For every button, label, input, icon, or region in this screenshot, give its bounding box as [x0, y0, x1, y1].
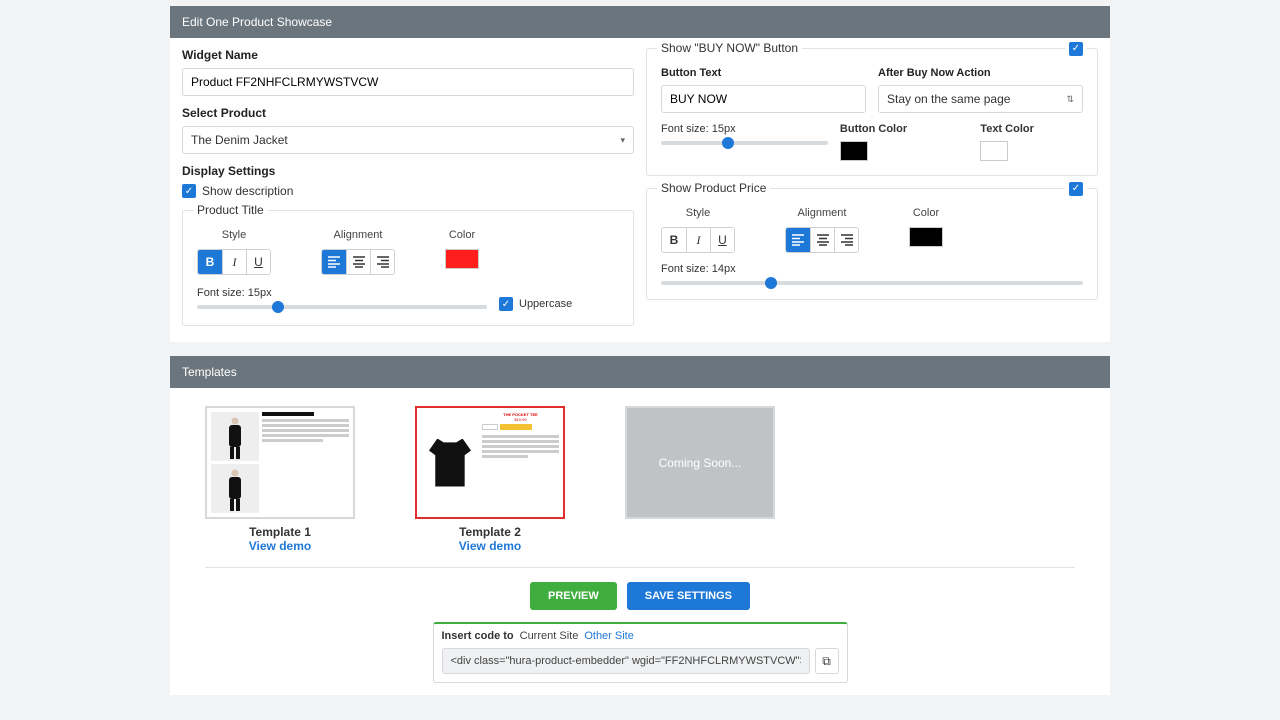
- title-align-label: Alignment: [334, 229, 383, 241]
- copy-icon: ⧉: [822, 654, 831, 669]
- buynow-font-label: Font size: 15px: [661, 123, 828, 135]
- button-text-input[interactable]: [661, 85, 866, 113]
- price-font-label: Font size: 14px: [661, 263, 1083, 275]
- price-align-label: Alignment: [798, 207, 847, 219]
- tab-current-site[interactable]: Current Site: [520, 630, 579, 642]
- title-font-label: Font size: 15px: [197, 287, 487, 299]
- copy-code-button[interactable]: ⧉: [815, 648, 839, 674]
- button-color-swatch[interactable]: [840, 141, 868, 161]
- price-bold-button[interactable]: B: [662, 228, 686, 252]
- show-description-checkbox[interactable]: ✓: [182, 184, 196, 198]
- text-color-label: Text Color: [980, 123, 1083, 135]
- template-1-view-demo[interactable]: View demo: [249, 539, 311, 553]
- price-color-label: Color: [913, 207, 939, 219]
- after-action-label: After Buy Now Action: [878, 67, 1083, 79]
- after-action-select[interactable]: Stay on the same page ⇅: [878, 85, 1083, 113]
- embed-code-input[interactable]: [442, 648, 810, 674]
- price-align-left-button[interactable]: [786, 228, 810, 252]
- tab-other-site[interactable]: Other Site: [584, 630, 634, 642]
- display-settings-label: Display Settings: [182, 164, 634, 178]
- title-style-group: B I U: [197, 249, 271, 275]
- price-align-right-button[interactable]: [834, 228, 858, 252]
- templates-panel-header: Templates: [170, 356, 1110, 388]
- buynow-toggle-checkbox[interactable]: ✓: [1069, 42, 1083, 56]
- title-color-label: Color: [449, 229, 475, 241]
- widget-name-input[interactable]: [182, 68, 634, 96]
- align-left-button[interactable]: [322, 250, 346, 274]
- price-style-group: B I U: [661, 227, 735, 253]
- preview-button[interactable]: PREVIEW: [530, 582, 617, 610]
- product-title-card-title: Product Title: [193, 203, 268, 217]
- price-italic-button[interactable]: I: [686, 228, 710, 252]
- template-2-view-demo[interactable]: View demo: [459, 539, 521, 553]
- price-align-group: [785, 227, 859, 253]
- save-settings-button[interactable]: SAVE SETTINGS: [627, 582, 750, 610]
- chevron-down-icon: ▾: [620, 135, 625, 146]
- uppercase-checkbox[interactable]: ✓: [499, 297, 513, 311]
- buynow-card-title: Show "BUY NOW" Button: [657, 41, 802, 55]
- select-product-label: Select Product: [182, 106, 634, 120]
- price-align-center-button[interactable]: [810, 228, 834, 252]
- uppercase-label: Uppercase: [519, 298, 572, 310]
- insert-code-label: Insert code to: [442, 630, 514, 642]
- price-style-label: Style: [686, 207, 710, 219]
- select-product-value: The Denim Jacket: [191, 133, 288, 147]
- template-1-thumb[interactable]: [205, 406, 355, 519]
- price-underline-button[interactable]: U: [710, 228, 734, 252]
- align-center-button[interactable]: [346, 250, 370, 274]
- edit-panel-header: Edit One Product Showcase: [170, 6, 1110, 38]
- select-product-dropdown[interactable]: The Denim Jacket ▾: [182, 126, 634, 154]
- price-card-title: Show Product Price: [657, 181, 770, 195]
- button-color-label: Button Color: [840, 123, 968, 135]
- price-color-swatch[interactable]: [909, 227, 943, 247]
- widget-name-label: Widget Name: [182, 48, 634, 62]
- template-2-thumb[interactable]: THE POCKET TEE $19.99: [415, 406, 565, 519]
- text-color-swatch[interactable]: [980, 141, 1008, 161]
- button-text-label: Button Text: [661, 67, 866, 79]
- align-right-button[interactable]: [370, 250, 394, 274]
- title-style-label: Style: [222, 229, 246, 241]
- underline-button[interactable]: U: [246, 250, 270, 274]
- show-description-label: Show description: [202, 184, 293, 198]
- template-2-name: Template 2: [415, 525, 565, 539]
- template-1-name: Template 1: [205, 525, 355, 539]
- buynow-font-slider[interactable]: [661, 141, 828, 145]
- after-action-value: Stay on the same page: [887, 92, 1010, 106]
- title-font-slider[interactable]: [197, 305, 487, 309]
- embed-code-panel: Insert code to Current Site Other Site ⧉: [433, 622, 848, 683]
- select-arrows-icon: ⇅: [1066, 94, 1074, 105]
- title-color-swatch[interactable]: [445, 249, 479, 269]
- template-coming-soon: Coming Soon...: [625, 406, 775, 519]
- title-align-group: [321, 249, 395, 275]
- italic-button[interactable]: I: [222, 250, 246, 274]
- price-font-slider[interactable]: [661, 281, 1083, 285]
- price-toggle-checkbox[interactable]: ✓: [1069, 182, 1083, 196]
- bold-button[interactable]: B: [198, 250, 222, 274]
